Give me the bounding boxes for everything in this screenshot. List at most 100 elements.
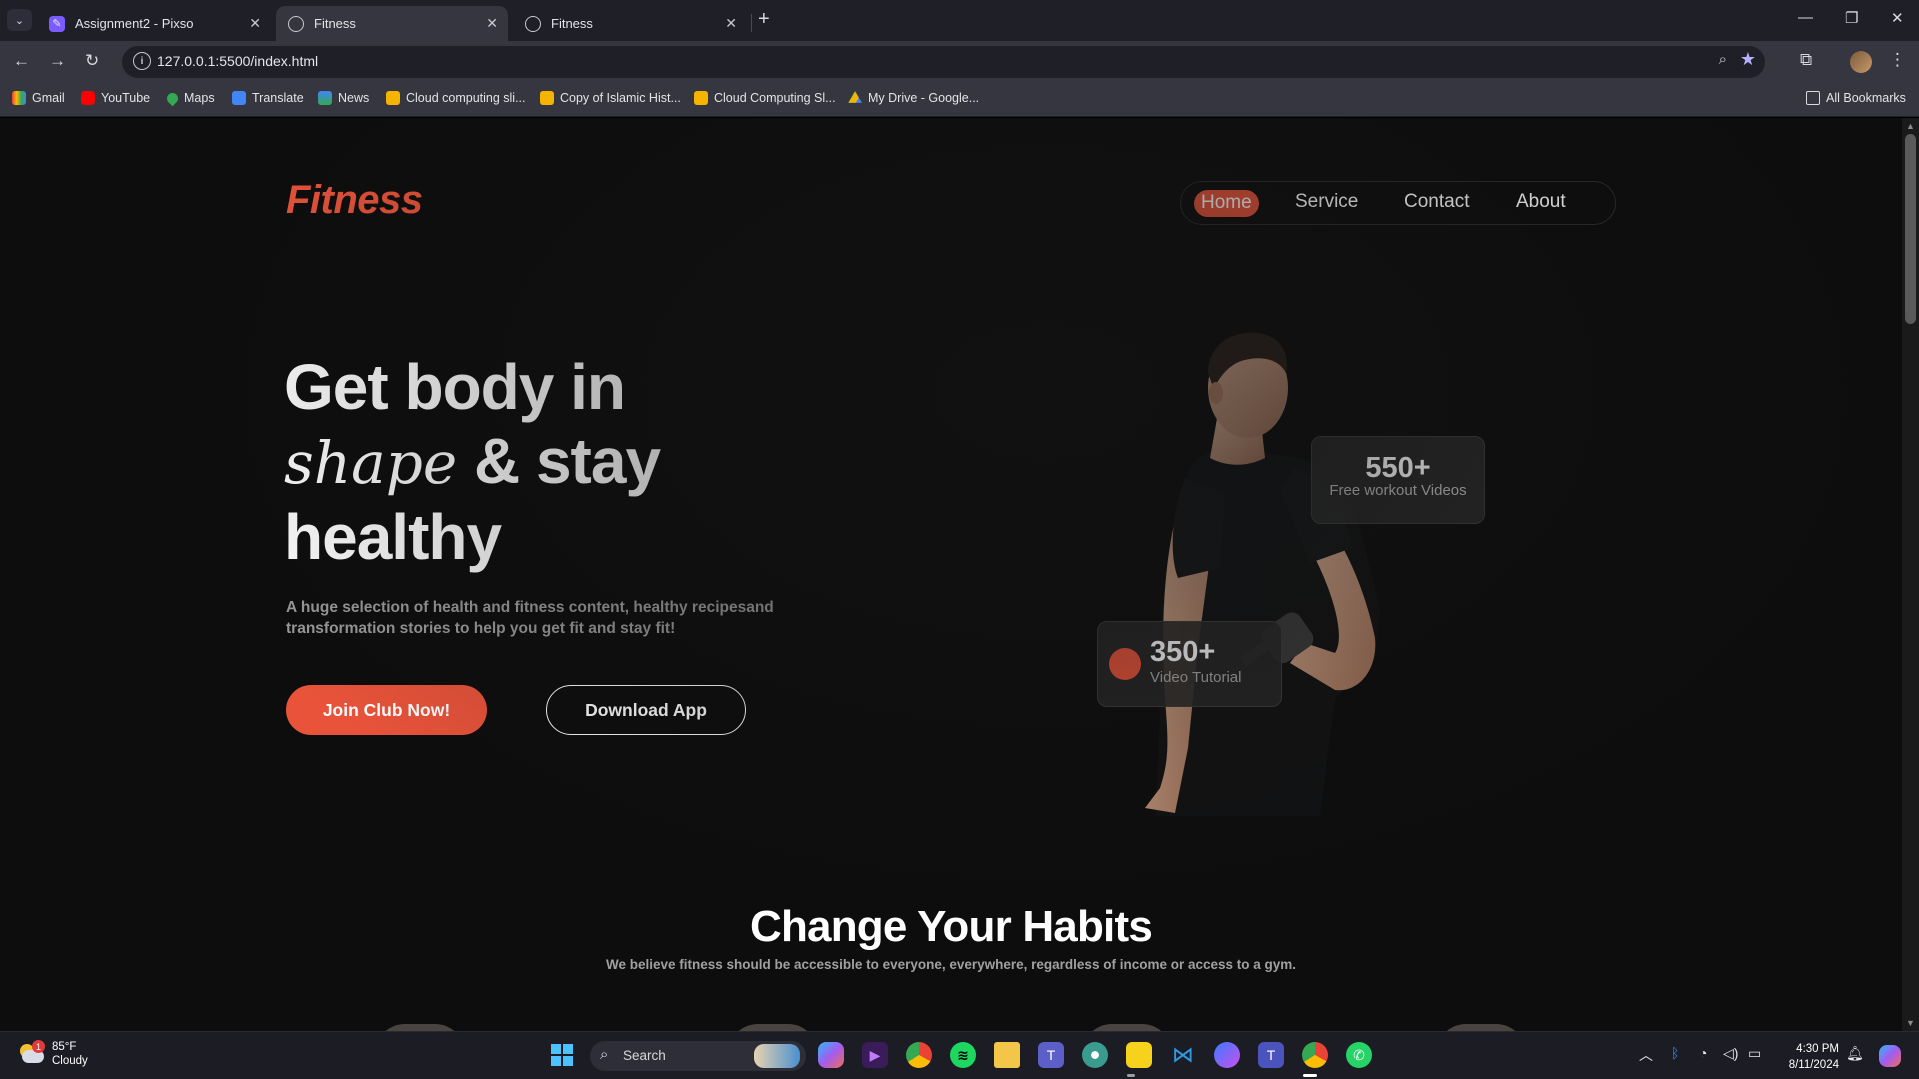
bookmark-gmail[interactable]: Gmail (12, 91, 65, 105)
habit-card-image (375, 1024, 465, 1031)
teams-work-icon[interactable]: T (1258, 1042, 1284, 1068)
bookmark-islamic-history[interactable]: Copy of Islamic Hist... (540, 91, 681, 105)
new-tab-button[interactable]: + (758, 8, 770, 31)
messenger-icon[interactable] (1214, 1042, 1240, 1068)
stat-label: Video Tutorial (1150, 669, 1242, 686)
tab-title: Assignment2 - Pixso (75, 16, 194, 31)
windows-start-icon[interactable] (549, 1042, 575, 1068)
scrollbar-thumb[interactable] (1905, 134, 1916, 324)
site-logo[interactable]: Fitness (286, 178, 423, 223)
menu-kebab-icon[interactable]: ⋮ (1889, 50, 1906, 70)
pixso-app-icon[interactable]: ▶ (862, 1042, 888, 1068)
bookmarks-bar: Gmail YouTube Maps Translate News Cloud … (0, 83, 1919, 117)
taskbar-search[interactable]: ⌕ Search (590, 1041, 806, 1071)
extensions-icon[interactable]: ⧉ (1800, 50, 1812, 70)
weather-badge: 1 (32, 1040, 45, 1053)
volume-icon[interactable]: ◁) (1723, 1045, 1738, 1062)
edge-dev-icon[interactable] (1082, 1042, 1108, 1068)
download-app-button[interactable]: Download App (546, 685, 746, 735)
bluetooth-icon[interactable]: ᛒ (1671, 1045, 1679, 1061)
scroll-down-icon[interactable]: ▼ (1906, 1018, 1915, 1028)
pixso-icon: ✎ (49, 15, 65, 32)
slides-icon (694, 91, 708, 105)
clock-date: 8/11/2024 (1788, 1059, 1839, 1071)
bookmark-star-icon[interactable]: ★ (1740, 49, 1756, 70)
stat-label: Free workout Videos (1329, 482, 1467, 499)
bookmark-label: Maps (184, 91, 215, 105)
browser-tab-bar: ⌄ ✎ Assignment2 - Pixso ✕ Fitness ✕ Fitn… (0, 0, 1919, 41)
chrome-active-icon[interactable] (1302, 1042, 1328, 1068)
address-bar[interactable]: i 127.0.0.1:5500/index.html ⌕ ★ (122, 46, 1765, 78)
scroll-up-icon[interactable]: ▲ (1906, 121, 1915, 131)
close-tab-icon[interactable]: ✕ (249, 15, 261, 32)
chrome-icon[interactable] (906, 1042, 932, 1068)
running-indicator (1127, 1074, 1135, 1077)
join-club-button[interactable]: Join Club Now! (286, 685, 487, 735)
stat-number: 350+ (1150, 636, 1216, 668)
globe-icon (288, 15, 304, 32)
bookmark-youtube[interactable]: YouTube (81, 91, 150, 105)
search-highlight-image (754, 1044, 800, 1068)
vscode-icon[interactable]: ⋈ (1170, 1042, 1196, 1068)
zoom-icon[interactable]: ⌕ (1719, 51, 1727, 68)
habit-card-image (728, 1024, 818, 1031)
close-tab-icon[interactable]: ✕ (486, 15, 498, 32)
notification-bell-icon[interactable]: 🔔︎ (1846, 1045, 1864, 1062)
profile-avatar[interactable] (1850, 51, 1872, 73)
bookmark-label: Cloud computing sli... (406, 91, 526, 105)
back-arrow-icon[interactable]: ← (13, 51, 30, 71)
section-title: Change Your Habits (749, 902, 1153, 951)
search-label: Search (623, 1048, 666, 1063)
forward-arrow-icon[interactable]: → (49, 51, 66, 71)
nav-home[interactable]: Home (1194, 190, 1259, 217)
wifi-icon[interactable]: ◔ (1699, 1045, 1707, 1061)
bookmark-label: Translate (252, 91, 304, 105)
bookmark-label: YouTube (101, 91, 151, 105)
file-explorer-icon[interactable] (994, 1042, 1020, 1068)
weather-temp: 85°F (52, 1041, 77, 1053)
tab-fitness-active[interactable]: Fitness ✕ (276, 6, 508, 41)
nav-contact[interactable]: Contact (1404, 191, 1469, 213)
slides-icon (540, 91, 554, 105)
bookmark-cloud-computing[interactable]: Cloud Computing Sl... (694, 91, 836, 105)
cloudy-weather-icon: 1 (18, 1040, 45, 1064)
folder-icon (1806, 91, 1820, 105)
whatsapp-icon[interactable]: ✆ (1346, 1042, 1372, 1068)
tab-pixso[interactable]: ✎ Assignment2 - Pixso ✕ (37, 6, 271, 41)
nav-service[interactable]: Service (1295, 191, 1358, 213)
copilot-tray-icon[interactable] (1879, 1045, 1901, 1067)
teams-icon[interactable]: T (1038, 1042, 1064, 1068)
minimize-icon[interactable]: — (1798, 9, 1813, 26)
close-window-icon[interactable]: ✕ (1891, 9, 1904, 27)
copilot-icon[interactable] (818, 1042, 844, 1068)
restore-icon[interactable]: ❐ (1845, 9, 1858, 27)
url-text[interactable]: 127.0.0.1:5500/index.html (157, 53, 318, 69)
tray-chevron-icon[interactable]: ︿ (1639, 1045, 1653, 1065)
hero-title-script-word: shape (284, 429, 458, 497)
taskbar-clock[interactable]: 4:30 PM 8/11/2024 (1773, 1041, 1839, 1073)
page-scrollbar[interactable]: ▲ ▼ (1902, 118, 1919, 1031)
close-tab-icon[interactable]: ✕ (725, 15, 737, 32)
bookmark-news[interactable]: News (318, 91, 369, 105)
bookmark-my-drive[interactable]: My Drive - Google... (848, 91, 979, 105)
bookmark-translate[interactable]: Translate (232, 91, 304, 105)
site-info-icon[interactable]: i (133, 52, 151, 70)
nav-about[interactable]: About (1516, 191, 1566, 213)
bookmark-maps[interactable]: Maps (164, 90, 215, 106)
bookmark-label: Copy of Islamic Hist... (560, 91, 681, 105)
web-page: Fitness Home Service Contact About Get b… (0, 118, 1902, 1031)
tab-search-button[interactable]: ⌄ (7, 9, 32, 31)
hero-title-line3: healthy (284, 501, 502, 573)
weather-widget[interactable]: 1 85°F Cloudy (18, 1040, 88, 1068)
spotify-icon[interactable]: ≋ (950, 1042, 976, 1068)
sticky-notes-icon[interactable] (1126, 1042, 1152, 1068)
stat-number: 550+ (1365, 452, 1431, 484)
weather-condition: Cloudy (52, 1055, 88, 1067)
all-bookmarks-button[interactable]: All Bookmarks (1806, 91, 1906, 105)
tab-fitness[interactable]: Fitness ✕ (513, 6, 747, 41)
bookmark-cloud-computing-slides[interactable]: Cloud computing sli... (386, 91, 526, 105)
tab-title: Fitness (551, 16, 593, 31)
battery-icon[interactable]: ▭ (1748, 1045, 1761, 1062)
hero-title-line1: Get body in (284, 351, 626, 423)
reload-icon[interactable]: ↻ (85, 51, 99, 71)
